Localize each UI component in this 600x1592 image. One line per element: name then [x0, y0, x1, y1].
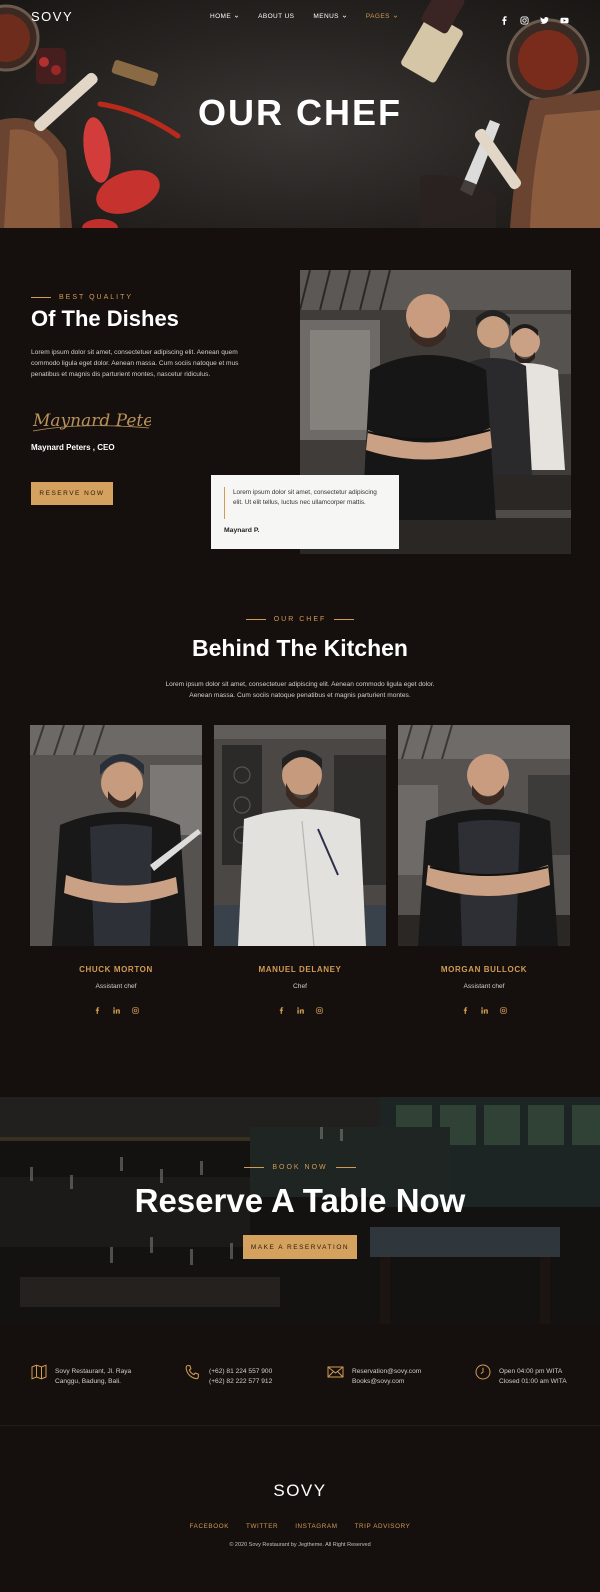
- header-social-links: [500, 12, 569, 25]
- brand-logo[interactable]: SOVY: [31, 9, 73, 24]
- contact-lines: (+62) 81 224 557 900 (+62) 82 222 577 91…: [209, 1367, 272, 1387]
- make-reservation-button[interactable]: MAKE A RESERVATION: [243, 1235, 357, 1259]
- footer-link-tripadvisor[interactable]: TRIP ADVISORY: [355, 1523, 411, 1530]
- eyebrow-line: [244, 1167, 265, 1168]
- nav-item-home[interactable]: HOME: [210, 13, 239, 20]
- instagram-icon[interactable]: [315, 1001, 323, 1014]
- instagram-icon[interactable]: [520, 12, 529, 25]
- contact-line[interactable]: (+62) 82 222 577 912: [209, 1377, 272, 1387]
- hero-section: SOVY HOME ABOUT US MENUS PAGES OUR CHEF: [0, 0, 600, 228]
- eyebrow-line: [334, 619, 355, 620]
- contact-line: Sovy Restaurant, Jl. Raya: [55, 1368, 132, 1375]
- signature-image: Maynard Peters: [32, 411, 151, 432]
- chef-photo: [398, 725, 570, 946]
- eyebrow-label: BOOK NOW: [272, 1164, 328, 1171]
- nav-item-label: ABOUT US: [258, 13, 295, 20]
- section-description: Lorem ipsum dolor sit amet, consectetuer…: [31, 349, 239, 378]
- chevron-down-icon: [393, 15, 398, 18]
- facebook-icon[interactable]: [278, 1001, 285, 1014]
- chef-illustration: [30, 725, 202, 946]
- quote-accent-bar: [224, 487, 225, 519]
- clock-icon: [475, 1364, 491, 1380]
- contact-line: Canggu, Badung, Bali.: [55, 1378, 121, 1385]
- contact-hours: Open 04:00 pm WITA Closed 01:00 am WITA: [475, 1364, 567, 1387]
- contact-line: Open 04:00 pm WITA: [499, 1368, 563, 1375]
- footer-logo[interactable]: SOVY: [0, 1481, 600, 1501]
- contact-line: Closed 01:00 am WITA: [499, 1378, 567, 1385]
- linkedin-icon[interactable]: [296, 1001, 304, 1014]
- nav-item-label: MENUS: [313, 13, 339, 20]
- instagram-icon[interactable]: [499, 1001, 507, 1014]
- nav-item-about[interactable]: ABOUT US: [258, 13, 294, 20]
- chef-role: Chef: [293, 983, 307, 990]
- twitter-icon[interactable]: [540, 12, 549, 24]
- contact-email: Reservation@sovy.com Books@sovy.com: [327, 1364, 421, 1387]
- eyebrow-line: [245, 619, 266, 620]
- eyebrow-label: BEST QUALITY: [59, 294, 134, 301]
- section-eyebrow: OUR CHEF: [0, 616, 600, 623]
- eyebrow-line: [335, 1167, 356, 1168]
- contact-address: Sovy Restaurant, Jl. Raya Canggu, Badung…: [31, 1364, 131, 1387]
- chef-name: MANUEL DELANEY: [258, 965, 342, 974]
- ceo-name: Maynard Peters , CEO: [31, 443, 115, 452]
- instagram-icon[interactable]: [131, 1001, 139, 1014]
- contact-lines: Open 04:00 pm WITA Closed 01:00 am WITA: [499, 1367, 567, 1387]
- contact-line[interactable]: Reservation@sovy.com: [352, 1367, 421, 1377]
- mail-icon: [327, 1366, 344, 1378]
- youtube-icon[interactable]: [560, 12, 569, 24]
- quote-author: Maynard P.: [224, 527, 260, 534]
- chef-name: CHUCK MORTON: [79, 965, 153, 974]
- chef-illustration: [398, 725, 570, 946]
- chef-role: Assistant chef: [463, 983, 505, 990]
- nav-item-label: HOME: [210, 13, 232, 20]
- facebook-icon[interactable]: [462, 1001, 469, 1014]
- chevron-down-icon: [342, 15, 347, 18]
- footer-link-instagram[interactable]: INSTAGRAM: [295, 1523, 337, 1530]
- chef-role: Assistant chef: [95, 983, 137, 990]
- contact-line[interactable]: Books@sovy.com: [352, 1377, 421, 1387]
- quote-text: Lorem ipsum dolor sit amet, consectetur …: [233, 489, 377, 506]
- nav-item-label: PAGES: [365, 13, 390, 20]
- reserve-now-button[interactable]: RESERVE NOW: [31, 482, 113, 505]
- contact-line[interactable]: (+62) 81 224 557 900: [209, 1367, 272, 1377]
- chef-social-links: [30, 1001, 202, 1014]
- contact-lines: Sovy Restaurant, Jl. Raya Canggu, Badung…: [55, 1367, 131, 1387]
- footer-links: FACEBOOK TWITTER INSTAGRAM TRIP ADVISORY: [0, 1523, 600, 1530]
- footer-link-twitter[interactable]: TWITTER: [246, 1523, 278, 1530]
- eyebrow-line: [31, 297, 51, 298]
- eyebrow-label: OUR CHEF: [273, 616, 327, 623]
- contact-lines: Reservation@sovy.com Books@sovy.com: [352, 1367, 421, 1387]
- nav-item-pages[interactable]: PAGES: [366, 13, 398, 20]
- chef-illustration: [214, 725, 386, 946]
- phone-icon: [185, 1365, 199, 1380]
- section-eyebrow: BEST QUALITY: [31, 294, 133, 301]
- quote-card: Lorem ipsum dolor sit amet, consectetur …: [211, 475, 399, 549]
- chef-name: MORGAN BULLOCK: [440, 965, 528, 974]
- facebook-icon[interactable]: [94, 1001, 101, 1014]
- top-navigation: SOVY HOME ABOUT US MENUS PAGES: [0, 0, 600, 34]
- nav-menu: HOME ABOUT US MENUS PAGES: [210, 13, 398, 20]
- linkedin-icon[interactable]: [480, 1001, 488, 1014]
- chef-social-links: [398, 1001, 570, 1014]
- chef-social-links: [214, 1001, 386, 1014]
- section-title: Of The Dishes: [31, 306, 179, 331]
- chef-photo: [214, 725, 386, 946]
- copyright: © 2020 Sovy Restaurant by Jegtheme. All …: [229, 1542, 371, 1548]
- linkedin-icon[interactable]: [112, 1001, 120, 1014]
- section-eyebrow: BOOK NOW: [0, 1164, 600, 1171]
- footer-link-facebook[interactable]: FACEBOOK: [190, 1523, 229, 1530]
- chef-photo: [30, 725, 202, 946]
- section-description: Lorem ipsum dolor sit amet, consectetuer…: [165, 681, 435, 699]
- chevron-down-icon: [234, 15, 239, 18]
- nav-item-menus[interactable]: MENUS: [313, 13, 347, 20]
- reserve-title: Reserve A Table Now: [134, 1182, 466, 1219]
- facebook-icon[interactable]: [500, 12, 509, 25]
- contact-phone: (+62) 81 224 557 900 (+62) 82 222 577 91…: [184, 1364, 272, 1387]
- page-title: OUR CHEF: [198, 92, 402, 133]
- section-title: Behind The Kitchen: [192, 635, 408, 661]
- footer-divider: [0, 1425, 600, 1426]
- map-icon: [31, 1364, 47, 1380]
